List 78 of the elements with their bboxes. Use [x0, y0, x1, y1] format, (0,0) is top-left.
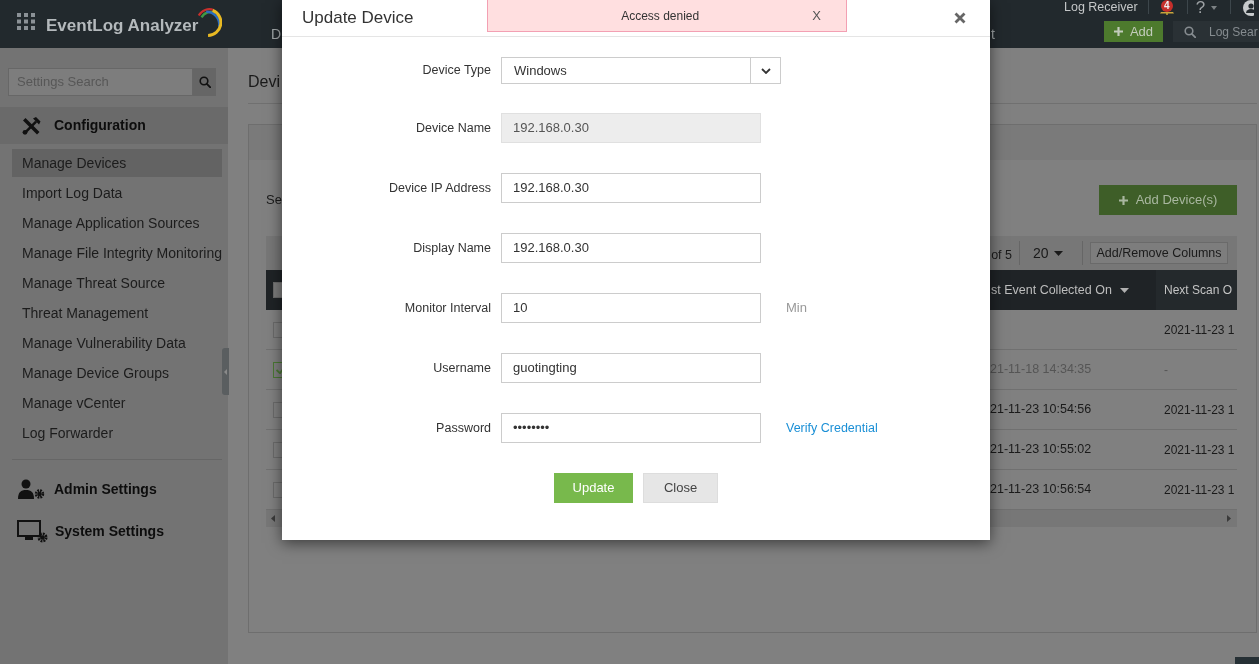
add-remove-columns-button[interactable]: Add/Remove Columns — [1090, 242, 1228, 264]
table-cell-text: 2021-11-23 1 — [1163, 481, 1236, 499]
select-label: Se — [266, 191, 282, 210]
sidebar-section-header[interactable]: Admin Settings — [0, 474, 228, 504]
search-button[interactable] — [193, 68, 216, 96]
field-label: Monitor Interval — [403, 299, 491, 317]
user-avatar-icon[interactable] — [1242, 0, 1255, 16]
arcs-logo-icon — [196, 6, 223, 38]
sidebar-item[interactable]: Manage Device Groups — [12, 359, 222, 387]
input-field[interactable]: guotingting — [501, 353, 761, 383]
user-gear-icon — [18, 479, 45, 499]
verify-credential-link[interactable]: Verify Credential — [786, 418, 878, 438]
search-icon — [198, 76, 211, 88]
table-cell-text: - — [1163, 361, 1169, 379]
password-field[interactable]: •••••••• — [501, 413, 761, 443]
page-info: of 5 — [991, 246, 1012, 264]
unit-label: Min — [786, 299, 807, 318]
sort-caret-icon — [1119, 287, 1129, 293]
logo-text: EventLog Analyzer — [46, 15, 199, 37]
tools-icon — [22, 116, 41, 135]
table-cell-text: 21-11-23 10:56:54 — [990, 481, 1093, 499]
page-size-dropdown[interactable]: 20 — [1033, 242, 1063, 264]
caret-down-icon[interactable] — [1211, 6, 1218, 10]
search-icon — [1184, 25, 1196, 38]
column-header[interactable]: st Event Collected On — [990, 270, 1156, 310]
sidebar-item[interactable]: Manage File Integrity Monitoring — [12, 239, 222, 267]
nav-tab[interactable]: D — [271, 25, 282, 43]
sidebar-item[interactable]: Manage Application Sources — [12, 209, 222, 237]
sidebar-item[interactable]: Threat Management — [12, 299, 222, 327]
plus-icon — [1113, 27, 1123, 36]
sidebar-item[interactable]: Log Forwarder — [12, 419, 222, 447]
sidebar-collapse-handle[interactable] — [222, 348, 229, 395]
close-button[interactable]: Close — [643, 473, 718, 503]
table-cell-text: 21-11-23 10:55:02 — [990, 441, 1093, 459]
input-field[interactable]: 192.168.0.30 — [501, 233, 761, 263]
sidebar-section-header[interactable]: System Settings — [0, 516, 228, 546]
log-search-field[interactable]: Log Sear — [1173, 21, 1259, 42]
bell-rim-icon[interactable] — [1159, 12, 1174, 15]
sidebar-item[interactable]: Manage Vulnerability Data — [12, 329, 222, 357]
dialog-title: Update Device — [302, 7, 414, 30]
log-receiver-link[interactable]: Log Receiver — [1064, 0, 1138, 14]
help-button[interactable]: ? — [1195, 0, 1206, 15]
input-field[interactable]: 192.168.0.30 — [501, 173, 761, 203]
dropdown[interactable]: Windows — [501, 57, 781, 84]
sidebar-item[interactable]: Manage Devices — [12, 149, 222, 177]
alert-close-button[interactable]: X — [812, 5, 821, 26]
sidebar-item[interactable]: Manage Threat Source — [12, 269, 222, 297]
notification-badge: 4 — [1160, 0, 1173, 12]
nav-tab[interactable]: t — [991, 25, 995, 43]
field-label: Device Type — [421, 62, 491, 80]
scroll-left-icon[interactable] — [271, 515, 275, 522]
field-label: Device IP Address — [388, 179, 491, 197]
sidebar-item[interactable]: Import Log Data — [12, 179, 222, 207]
column-header[interactable]: Next Scan O — [1156, 270, 1237, 310]
add-button[interactable]: Add — [1104, 21, 1163, 42]
input-field[interactable]: 10 — [501, 293, 761, 323]
table-cell-text: 2021-11-23 1 — [1163, 441, 1236, 459]
field-label: Username — [432, 359, 491, 377]
plus-icon — [1118, 195, 1128, 205]
table-cell-text: 2021-11-23 1 — [1163, 401, 1236, 419]
chevron-down-icon — [760, 67, 771, 74]
alert-message: Access denied — [620, 7, 701, 25]
field-label: Device Name — [414, 119, 491, 137]
close-icon[interactable] — [954, 12, 966, 24]
caret-down-icon — [1054, 250, 1063, 256]
select-all-checkbox[interactable] — [273, 282, 282, 298]
scroll-right-icon[interactable] — [1227, 515, 1231, 522]
page-title: Devi — [248, 73, 280, 90]
add-device-button[interactable]: Add Device(s) — [1099, 185, 1237, 215]
sidebar-item[interactable]: Manage vCenter — [12, 389, 222, 417]
field-label: Password — [435, 419, 491, 437]
field-label: Display Name — [412, 239, 491, 257]
update-button[interactable]: Update — [554, 473, 633, 503]
table-cell-text: 2021-11-23 1 — [1163, 321, 1236, 339]
app-grid-icon[interactable] — [17, 13, 35, 30]
monitor-gear-icon — [17, 519, 48, 543]
table-cell-text: 21-11-23 10:54:56 — [990, 401, 1093, 419]
sidebar-section-header[interactable]: Configuration — [0, 107, 228, 144]
